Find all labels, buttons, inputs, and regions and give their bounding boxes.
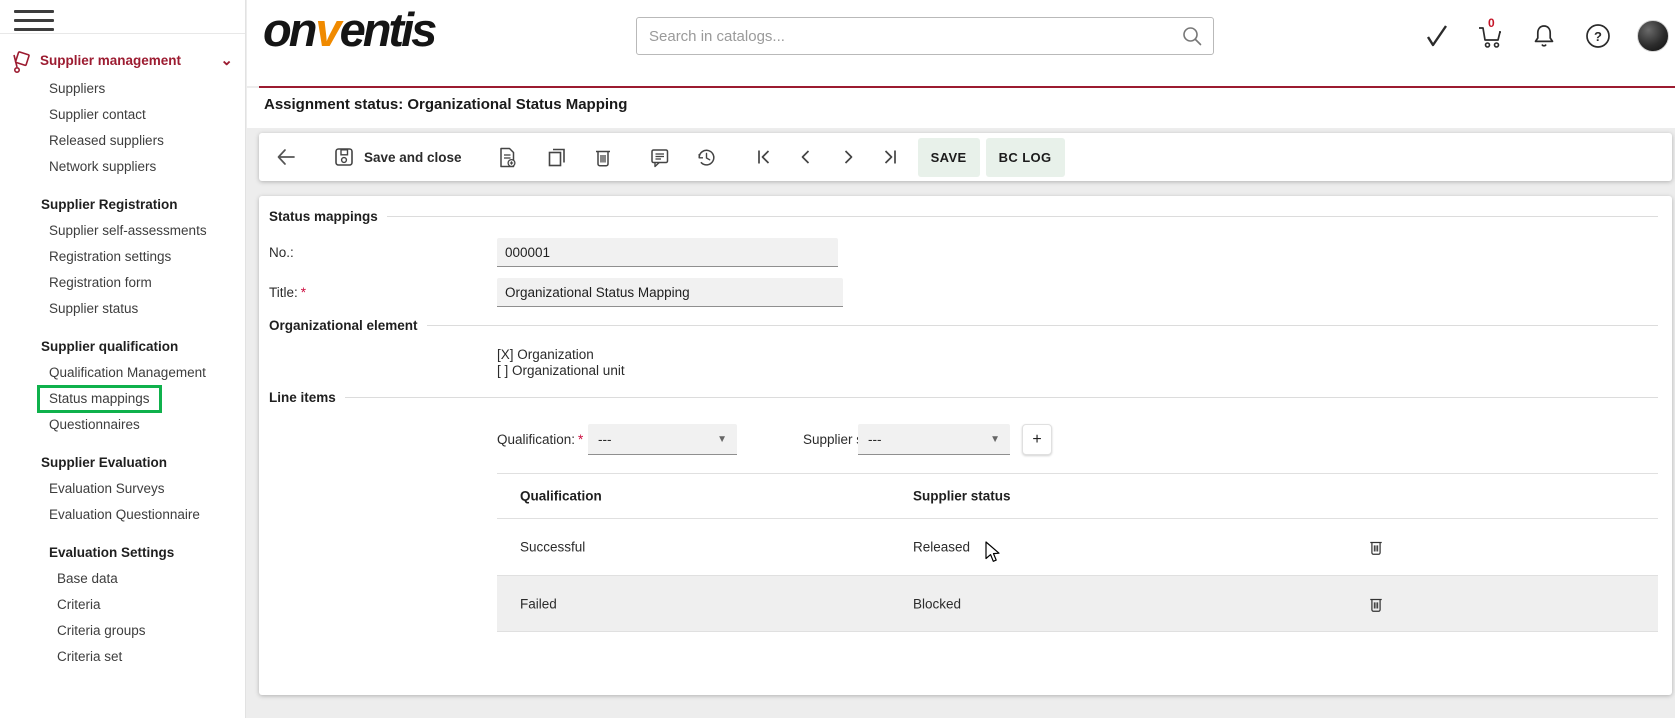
- logo-check-v: v: [314, 3, 339, 56]
- sidebar-item-evaluation-questionnaire[interactable]: Evaluation Questionnaire: [0, 502, 245, 528]
- new-document-icon[interactable]: [492, 142, 523, 173]
- table-row: Failed Blocked: [497, 575, 1658, 632]
- sidebar-item-qualification-management[interactable]: Qualification Management: [0, 360, 245, 386]
- catalog-search: [636, 17, 1214, 55]
- sidebar-item-network-suppliers[interactable]: Network suppliers: [0, 154, 245, 180]
- sidebar-item-supplier-qualification: Supplier qualification: [0, 334, 245, 360]
- history-icon[interactable]: [691, 142, 722, 173]
- delete-icon[interactable]: [588, 142, 618, 172]
- supplier-management-icon: [8, 49, 34, 75]
- first-record-icon[interactable]: [750, 143, 778, 171]
- chevron-down-icon[interactable]: ⌄: [220, 46, 233, 76]
- section-organizational-element: Organizational element: [269, 318, 1658, 333]
- title-input[interactable]: [497, 278, 843, 307]
- page-title-bar: Assignment status: Organizational Status…: [247, 88, 1675, 128]
- no-label: No.:: [269, 245, 294, 260]
- sidebar-divider: [0, 33, 245, 34]
- bc-log-button[interactable]: BC LOG: [986, 138, 1065, 177]
- sidebar-item-suppliers[interactable]: Suppliers: [0, 76, 245, 102]
- last-record-icon[interactable]: [876, 143, 904, 171]
- cell-supplier-status: Blocked: [913, 596, 961, 611]
- org-element-organizational-unit[interactable]: [ ] Organizational unit: [497, 363, 625, 379]
- highlighted-active-item[interactable]: Status mappings: [37, 385, 162, 413]
- no-input[interactable]: [497, 238, 838, 267]
- sidebar-item-supplier-evaluation: Supplier Evaluation: [0, 450, 245, 476]
- sidebar: Supplier management⌄SuppliersSupplier co…: [0, 0, 246, 718]
- sidebar-item-evaluation-surveys[interactable]: Evaluation Surveys: [0, 476, 245, 502]
- previous-record-icon[interactable]: [792, 143, 820, 171]
- chevron-down-icon: ▼: [990, 434, 1000, 445]
- top-header: onventis 0 ?: [247, 0, 1675, 86]
- sidebar-item-supplier-management[interactable]: Supplier management⌄: [0, 46, 245, 76]
- svg-text:?: ?: [1594, 29, 1602, 44]
- copy-icon[interactable]: [541, 142, 572, 173]
- comment-icon[interactable]: [644, 142, 675, 173]
- section-status-mappings: Status mappings: [269, 209, 1658, 224]
- save-and-close-label: Save and close: [364, 150, 462, 165]
- qualification-select[interactable]: ---▼: [588, 424, 737, 455]
- hamburger-menu-icon[interactable]: [14, 10, 54, 32]
- sidebar-item-released-suppliers[interactable]: Released suppliers: [0, 128, 245, 154]
- help-icon[interactable]: ?: [1583, 20, 1613, 52]
- toolbar: Save and close SAVE BC LOG: [259, 133, 1672, 181]
- chevron-down-icon: ▼: [717, 434, 727, 445]
- title-label: Title:*: [269, 285, 306, 300]
- page-title: Assignment status: Organizational Status…: [247, 88, 1675, 113]
- required-asterisk: *: [298, 285, 306, 300]
- save-floppy-icon: [333, 146, 355, 168]
- sidebar-item-supplier-contact[interactable]: Supplier contact: [0, 102, 245, 128]
- sidebar-item-criteria[interactable]: Criteria: [0, 592, 245, 618]
- column-header-qualification: Qualification: [520, 489, 602, 504]
- org-element-organization[interactable]: [X] Organization: [497, 347, 594, 363]
- status-mapping-form: Status mappings No.: Title:* Organizatio…: [259, 196, 1672, 695]
- sidebar-item-status-mappings[interactable]: Status mappings: [0, 386, 245, 412]
- save-and-close-button[interactable]: Save and close: [329, 142, 466, 172]
- onventis-logo[interactable]: onventis: [263, 2, 434, 57]
- sidebar-nav: Supplier management⌄SuppliersSupplier co…: [0, 46, 245, 670]
- sidebar-item-registration-settings[interactable]: Registration settings: [0, 244, 245, 270]
- column-header-supplier-status: Supplier status: [913, 489, 1011, 504]
- main-area: onventis 0 ? Assignment sta: [247, 0, 1675, 718]
- sidebar-item-supplier-status[interactable]: Supplier status: [0, 296, 245, 322]
- tasks-check-icon[interactable]: [1421, 20, 1451, 52]
- sidebar-item-registration-form[interactable]: Registration form: [0, 270, 245, 296]
- sidebar-item-supplier-self-assessments[interactable]: Supplier self-assessments: [0, 218, 245, 244]
- sidebar-item-evaluation-settings: Evaluation Settings: [0, 540, 245, 566]
- user-avatar[interactable]: [1637, 20, 1669, 52]
- table-row: Successful Released: [497, 518, 1658, 575]
- cell-qualification: Failed: [520, 596, 557, 611]
- delete-row-icon[interactable]: [1363, 534, 1389, 561]
- cell-supplier-status: Released: [913, 540, 970, 555]
- search-icon[interactable]: [1181, 25, 1203, 47]
- section-line-items: Line items: [269, 390, 1658, 405]
- sidebar-item-base-data[interactable]: Base data: [0, 566, 245, 592]
- sidebar-item-criteria-groups[interactable]: Criteria groups: [0, 618, 245, 644]
- back-button[interactable]: [271, 142, 301, 172]
- cart-icon[interactable]: 0: [1475, 20, 1505, 52]
- search-input[interactable]: [637, 28, 1181, 45]
- save-button[interactable]: SAVE: [918, 138, 980, 177]
- sidebar-item-supplier-registration: Supplier Registration: [0, 192, 245, 218]
- line-items-header-row: Qualification Supplier status: [497, 473, 1658, 518]
- sidebar-item-criteria-set[interactable]: Criteria set: [0, 644, 245, 670]
- cart-count-badge: 0: [1488, 16, 1495, 30]
- line-items-table: Qualification Supplier status Successful Re…: [497, 473, 1658, 632]
- notifications-bell-icon[interactable]: [1529, 20, 1559, 52]
- next-record-icon[interactable]: [834, 143, 862, 171]
- top-icon-bar: 0 ?: [1421, 20, 1669, 52]
- supplier-status-select[interactable]: ---▼: [858, 424, 1010, 455]
- required-asterisk: *: [575, 432, 583, 447]
- delete-row-icon[interactable]: [1363, 590, 1389, 617]
- add-line-item-button[interactable]: +: [1022, 424, 1052, 455]
- qualification-label: Qualification:*: [497, 432, 583, 447]
- sidebar-item-questionnaires[interactable]: Questionnaires: [0, 412, 245, 438]
- cell-qualification: Successful: [520, 540, 585, 555]
